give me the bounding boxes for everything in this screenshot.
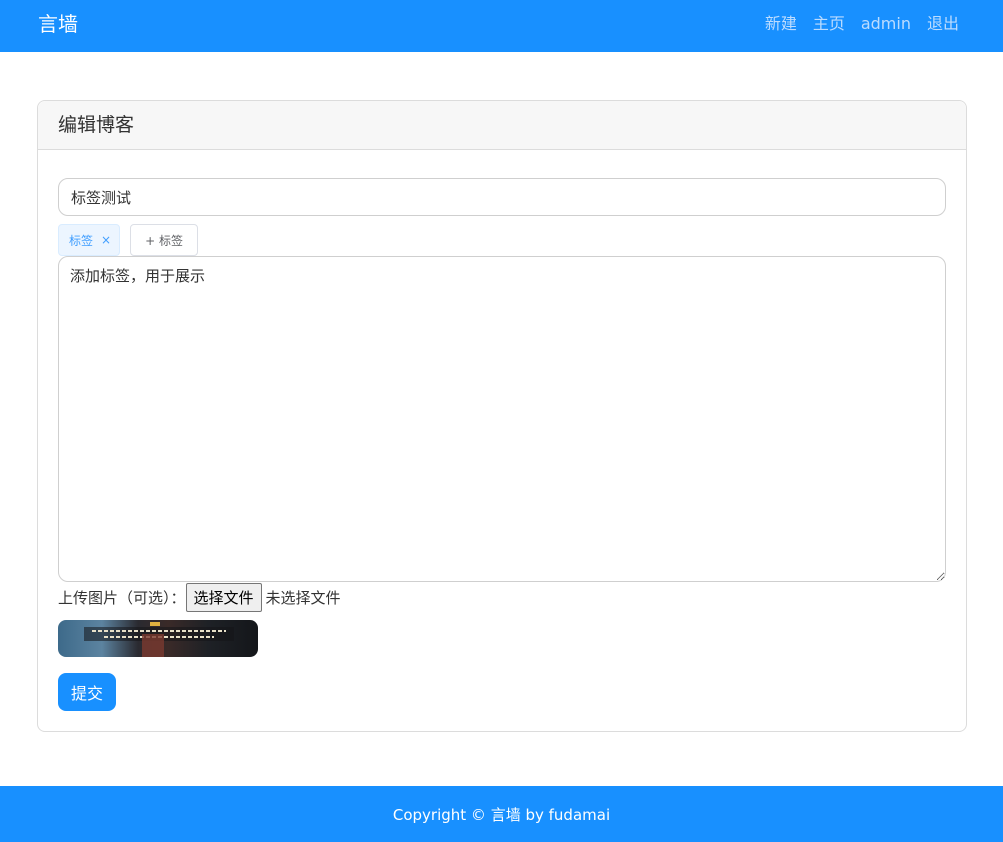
add-tag-button[interactable]: + 标签: [130, 224, 198, 256]
preview-highlight: [150, 622, 160, 626]
nav-links: 新建 主页 admin 退出: [765, 13, 959, 35]
image-preview: [58, 620, 258, 657]
footer: Copyright © 言墙 by fudamai: [0, 786, 1003, 842]
brand-logo[interactable]: 言墙: [38, 12, 78, 36]
blog-title-input[interactable]: [58, 178, 946, 216]
close-icon[interactable]: ×: [101, 233, 111, 247]
top-navbar: 言墙 新建 主页 admin 退出: [0, 0, 1003, 52]
edit-blog-card: 编辑博客 标签 × + 标签 添加标签，用于展示 上传图片（可选）： 选择文件 …: [37, 100, 967, 732]
nav-link-user[interactable]: admin: [861, 13, 911, 35]
nav-link-new[interactable]: 新建: [765, 13, 797, 35]
nav-link-logout[interactable]: 退出: [927, 13, 959, 35]
file-status: 未选择文件: [265, 588, 341, 607]
submit-button[interactable]: 提交: [58, 673, 116, 711]
tag-chip: 标签 ×: [58, 224, 121, 256]
nav-link-home[interactable]: 主页: [813, 13, 845, 35]
choose-file-button[interactable]: 选择文件: [185, 582, 262, 612]
tags-row: 标签 × + 标签: [58, 224, 198, 256]
preview-figure: [142, 634, 164, 657]
upload-label: 上传图片（可选）：: [58, 588, 186, 607]
tag-label: 标签: [69, 233, 94, 248]
image-upload-row: 上传图片（可选）： 选择文件 未选择文件: [58, 582, 341, 612]
blog-content-textarea[interactable]: 添加标签，用于展示: [58, 256, 946, 582]
footer-copyright: Copyright © 言墙 by fudamai: [392, 805, 611, 824]
card-title: 编辑博客: [38, 101, 966, 150]
preview-caption-line: [92, 630, 226, 632]
